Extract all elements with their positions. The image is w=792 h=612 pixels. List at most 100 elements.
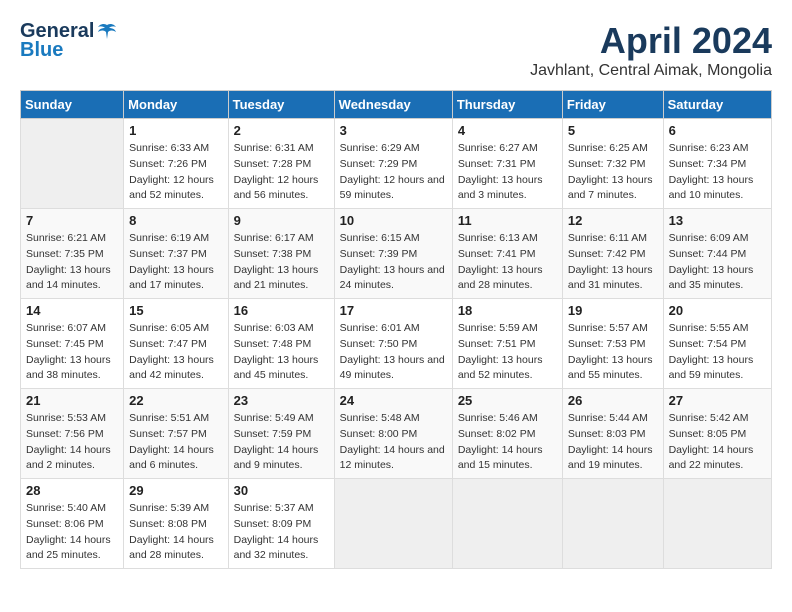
day-info: Sunrise: 6:17 AMSunset: 7:38 PMDaylight:…	[234, 231, 329, 294]
day-info: Sunrise: 5:53 AMSunset: 7:56 PMDaylight:…	[26, 411, 118, 474]
calendar-cell: 14 Sunrise: 6:07 AMSunset: 7:45 PMDayligh…	[21, 299, 124, 389]
day-info: Sunrise: 6:27 AMSunset: 7:31 PMDaylight:…	[458, 141, 557, 204]
day-info: Sunrise: 5:40 AMSunset: 8:06 PMDaylight:…	[26, 501, 118, 564]
weekday-header-thursday: Thursday	[452, 91, 562, 119]
day-number: 17	[340, 303, 447, 318]
day-number: 7	[26, 213, 118, 228]
calendar-cell: 11 Sunrise: 6:13 AMSunset: 7:41 PMDayligh…	[452, 209, 562, 299]
logo-bird-icon	[96, 21, 118, 43]
weekday-header-monday: Monday	[124, 91, 228, 119]
day-number: 16	[234, 303, 329, 318]
calendar-cell: 10 Sunrise: 6:15 AMSunset: 7:39 PMDayligh…	[334, 209, 452, 299]
day-number: 6	[669, 123, 766, 138]
calendar-cell: 22Sunrise: 5:51 AMSunset: 7:57 PMDayligh…	[124, 389, 228, 479]
calendar-cell: 9 Sunrise: 6:17 AMSunset: 7:38 PMDaylight…	[228, 209, 334, 299]
calendar-cell: 4Sunrise: 6:27 AMSunset: 7:31 PMDaylight…	[452, 119, 562, 209]
day-number: 8	[129, 213, 222, 228]
calendar-cell	[562, 479, 663, 569]
calendar-cell: 20Sunrise: 5:55 AMSunset: 7:54 PMDayligh…	[663, 299, 771, 389]
calendar-cell: 12 Sunrise: 6:11 AMSunset: 7:42 PMDayligh…	[562, 209, 663, 299]
calendar-cell: 15 Sunrise: 6:05 AMSunset: 7:47 PMDayligh…	[124, 299, 228, 389]
day-info: Sunrise: 6:03 AMSunset: 7:48 PMDaylight:…	[234, 321, 329, 384]
day-info: Sunrise: 6:15 AMSunset: 7:39 PMDaylight:…	[340, 231, 447, 294]
day-info: Sunrise: 5:37 AMSunset: 8:09 PMDaylight:…	[234, 501, 329, 564]
day-number: 27	[669, 393, 766, 408]
calendar-body: 1Sunrise: 6:33 AMSunset: 7:26 PMDaylight…	[21, 119, 772, 569]
calendar-cell: 13 Sunrise: 6:09 AMSunset: 7:44 PMDayligh…	[663, 209, 771, 299]
day-info: Sunrise: 6:05 AMSunset: 7:47 PMDaylight:…	[129, 321, 222, 384]
calendar-table: SundayMondayTuesdayWednesdayThursdayFrid…	[20, 90, 772, 569]
day-info: Sunrise: 6:13 AMSunset: 7:41 PMDaylight:…	[458, 231, 557, 294]
day-number: 9	[234, 213, 329, 228]
calendar-cell	[663, 479, 771, 569]
day-number: 18	[458, 303, 557, 318]
weekday-header-sunday: Sunday	[21, 91, 124, 119]
day-info: Sunrise: 6:01 AMSunset: 7:50 PMDaylight:…	[340, 321, 447, 384]
day-info: Sunrise: 6:21 AMSunset: 7:35 PMDaylight:…	[26, 231, 118, 294]
calendar-cell: 1Sunrise: 6:33 AMSunset: 7:26 PMDaylight…	[124, 119, 228, 209]
day-info: Sunrise: 6:09 AMSunset: 7:44 PMDaylight:…	[669, 231, 766, 294]
calendar-cell: 16 Sunrise: 6:03 AMSunset: 7:48 PMDayligh…	[228, 299, 334, 389]
calendar-cell: 18 Sunrise: 5:59 AMSunset: 7:51 PMDayligh…	[452, 299, 562, 389]
day-info: Sunrise: 6:19 AMSunset: 7:37 PMDaylight:…	[129, 231, 222, 294]
day-number: 19	[568, 303, 658, 318]
calendar-cell: 25Sunrise: 5:46 AMSunset: 8:02 PMDayligh…	[452, 389, 562, 479]
calendar-week-1: 1Sunrise: 6:33 AMSunset: 7:26 PMDaylight…	[21, 119, 772, 209]
calendar-week-5: 28 Sunrise: 5:40 AMSunset: 8:06 PMDayligh…	[21, 479, 772, 569]
day-info: Sunrise: 5:42 AMSunset: 8:05 PMDaylight:…	[669, 411, 766, 474]
calendar-cell	[334, 479, 452, 569]
calendar-cell: 30 Sunrise: 5:37 AMSunset: 8:09 PMDayligh…	[228, 479, 334, 569]
day-number: 10	[340, 213, 447, 228]
day-info: Sunrise: 6:23 AMSunset: 7:34 PMDaylight:…	[669, 141, 766, 204]
logo: General Blue	[20, 20, 118, 62]
day-info: Sunrise: 6:25 AMSunset: 7:32 PMDaylight:…	[568, 141, 658, 204]
calendar-cell: 26Sunrise: 5:44 AMSunset: 8:03 PMDayligh…	[562, 389, 663, 479]
day-number: 13	[669, 213, 766, 228]
calendar-week-3: 14 Sunrise: 6:07 AMSunset: 7:45 PMDayligh…	[21, 299, 772, 389]
day-info: Sunrise: 6:07 AMSunset: 7:45 PMDaylight:…	[26, 321, 118, 384]
day-number: 30	[234, 483, 329, 498]
month-title: April 2024	[530, 20, 772, 62]
calendar-cell: 6 Sunrise: 6:23 AMSunset: 7:34 PMDaylight…	[663, 119, 771, 209]
day-number: 5	[568, 123, 658, 138]
day-number: 1	[129, 123, 222, 138]
day-number: 11	[458, 213, 557, 228]
day-number: 3	[340, 123, 447, 138]
day-number: 28	[26, 483, 118, 498]
day-number: 15	[129, 303, 222, 318]
day-info: Sunrise: 6:11 AMSunset: 7:42 PMDaylight:…	[568, 231, 658, 294]
day-info: Sunrise: 5:55 AMSunset: 7:54 PMDaylight:…	[669, 321, 766, 384]
title-block: April 2024 Javhlant, Central Aimak, Mong…	[530, 20, 772, 80]
day-info: Sunrise: 5:48 AMSunset: 8:00 PMDaylight:…	[340, 411, 447, 474]
calendar-cell: 27 Sunrise: 5:42 AMSunset: 8:05 PMDayligh…	[663, 389, 771, 479]
location: Javhlant, Central Aimak, Mongolia	[530, 62, 772, 80]
day-info: Sunrise: 6:31 AMSunset: 7:28 PMDaylight:…	[234, 141, 329, 204]
day-info: Sunrise: 5:44 AMSunset: 8:03 PMDaylight:…	[568, 411, 658, 474]
day-info: Sunrise: 6:29 AMSunset: 7:29 PMDaylight:…	[340, 141, 447, 204]
calendar-cell: 2 Sunrise: 6:31 AMSunset: 7:28 PMDaylight…	[228, 119, 334, 209]
calendar-week-2: 7 Sunrise: 6:21 AMSunset: 7:35 PMDaylight…	[21, 209, 772, 299]
day-number: 14	[26, 303, 118, 318]
weekday-header-row: SundayMondayTuesdayWednesdayThursdayFrid…	[21, 91, 772, 119]
day-number: 23	[234, 393, 329, 408]
weekday-header-saturday: Saturday	[663, 91, 771, 119]
calendar-header: SundayMondayTuesdayWednesdayThursdayFrid…	[21, 91, 772, 119]
calendar-cell: 19 Sunrise: 5:57 AMSunset: 7:53 PMDayligh…	[562, 299, 663, 389]
calendar-cell: 23 Sunrise: 5:49 AMSunset: 7:59 PMDayligh…	[228, 389, 334, 479]
weekday-header-wednesday: Wednesday	[334, 91, 452, 119]
calendar-cell	[21, 119, 124, 209]
calendar-cell: 21Sunrise: 5:53 AMSunset: 7:56 PMDayligh…	[21, 389, 124, 479]
calendar-cell: 24Sunrise: 5:48 AMSunset: 8:00 PMDayligh…	[334, 389, 452, 479]
day-number: 22	[129, 393, 222, 408]
day-number: 12	[568, 213, 658, 228]
day-number: 2	[234, 123, 329, 138]
calendar-week-4: 21Sunrise: 5:53 AMSunset: 7:56 PMDayligh…	[21, 389, 772, 479]
logo-blue: Blue	[20, 39, 63, 62]
calendar-cell: 7 Sunrise: 6:21 AMSunset: 7:35 PMDaylight…	[21, 209, 124, 299]
calendar-cell: 17 Sunrise: 6:01 AMSunset: 7:50 PMDayligh…	[334, 299, 452, 389]
day-info: Sunrise: 5:49 AMSunset: 7:59 PMDaylight:…	[234, 411, 329, 474]
day-info: Sunrise: 5:57 AMSunset: 7:53 PMDaylight:…	[568, 321, 658, 384]
day-info: Sunrise: 5:59 AMSunset: 7:51 PMDaylight:…	[458, 321, 557, 384]
weekday-header-friday: Friday	[562, 91, 663, 119]
calendar-cell	[452, 479, 562, 569]
